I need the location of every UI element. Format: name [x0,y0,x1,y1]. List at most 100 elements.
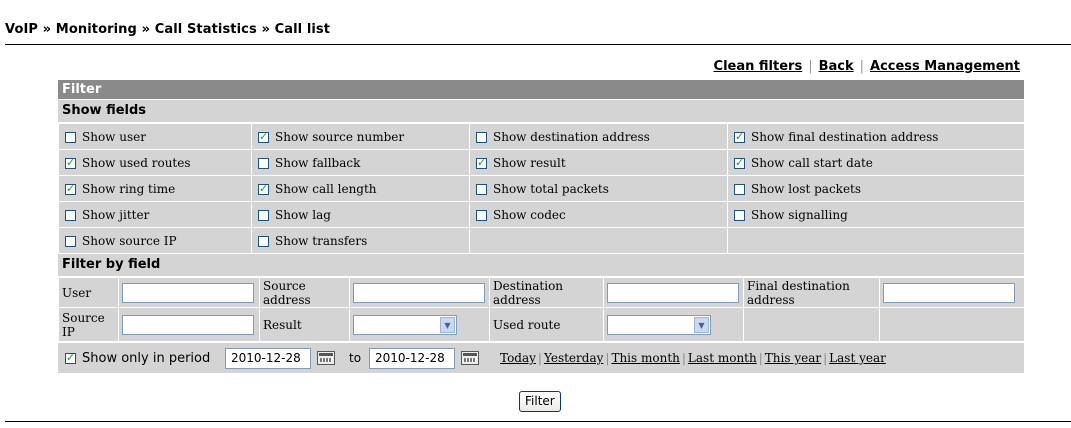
show-lost-packets-checkbox[interactable] [734,183,745,195]
show-jitter-label: Show jitter [82,207,150,222]
show-codec-option[interactable]: Show codec [469,201,728,228]
show-user-label: Show user [82,129,146,144]
final-destination-address-input[interactable] [883,282,1015,303]
show-used-routes-checkbox[interactable] [65,156,76,169]
used-route-select[interactable]: ▼ [607,314,711,335]
clean-filters-link[interactable]: Clean filters [714,59,803,74]
show-source-number-option[interactable]: Show source number [251,123,470,150]
show-jitter-checkbox[interactable] [65,209,76,221]
show-call-start-date-checkbox[interactable] [734,156,745,169]
show-source-ip-option[interactable]: Show source IP [58,227,252,254]
show-lag-label: Show lag [275,207,331,222]
show-destination-address-checkbox[interactable] [476,131,487,143]
show-final-destination-address-option[interactable]: Show final destination address [727,123,1025,150]
show-signalling-option[interactable]: Show signalling [727,201,1025,228]
filter-by-field-title: Filter by field [58,254,1024,277]
this-month-link[interactable]: This month [611,351,679,365]
show-call-start-date-option[interactable]: Show call start date [727,149,1025,176]
today-link[interactable]: Today [500,351,536,365]
show-transfers-option[interactable]: Show transfers [251,227,470,254]
this-year-link[interactable]: This year [765,351,821,365]
show-user-option[interactable]: Show user [58,123,252,150]
period-to-input[interactable]: 2010-12-28 [369,348,455,369]
show-transfers-checkbox[interactable] [258,235,269,247]
link-separator: | [605,351,610,365]
user-label: User [58,277,119,308]
show-ring-time-option[interactable]: Show ring time [58,175,252,202]
source-address-label: Source address [259,277,350,308]
empty-cell [727,227,1025,254]
calendar-icon[interactable] [317,351,335,365]
show-jitter-option[interactable]: Show jitter [58,201,252,228]
result-label: Result [259,307,350,342]
show-lost-packets-label: Show lost packets [751,181,862,196]
show-only-in-period-checkbox[interactable] [65,351,76,364]
show-call-length-option[interactable]: Show call length [251,175,470,202]
show-fields-row: Show ring time Show call length Show total… [58,175,1025,202]
show-fields-title: Show fields [58,100,1024,123]
chevron-down-icon[interactable]: ▼ [694,316,709,333]
show-fallback-option[interactable]: Show fallback [251,149,470,176]
show-fields-row: Show source IP Show transfers [58,227,1025,254]
show-final-destination-address-checkbox[interactable] [734,130,745,143]
back-link[interactable]: Back [819,59,854,74]
link-separator: | [808,59,813,74]
show-fields-row: Show jitter Show lag Show codec Show signal… [58,201,1025,228]
show-used-routes-label: Show used routes [82,155,191,170]
period-row: Show only in period 2010-12-28 to 2010-1… [58,342,1024,373]
show-destination-address-label: Show destination address [493,129,650,144]
show-call-length-label: Show call length [275,181,377,196]
chevron-down-icon[interactable]: ▼ [440,316,455,333]
link-separator: | [758,351,763,365]
show-lag-option[interactable]: Show lag [251,201,470,228]
show-only-in-period[interactable]: Show only in period [65,351,210,366]
filter-button[interactable]: Filter [519,391,561,412]
show-ring-time-checkbox[interactable] [65,182,76,195]
user-input[interactable] [122,282,254,303]
show-source-ip-checkbox[interactable] [65,235,76,247]
show-user-checkbox[interactable] [65,131,76,143]
last-year-link[interactable]: Last year [829,351,886,365]
show-source-number-checkbox[interactable] [258,130,269,143]
show-result-label: Show result [493,155,566,170]
show-codec-checkbox[interactable] [476,209,487,221]
show-lag-checkbox[interactable] [258,209,269,221]
show-destination-address-option[interactable]: Show destination address [469,123,728,150]
top-divider [5,44,1071,45]
breadcrumb: VoIP » Monitoring » Call Statistics » Ca… [5,22,331,37]
calendar-icon[interactable] [461,351,479,365]
destination-address-input[interactable] [607,282,739,303]
show-only-in-period-label: Show only in period [82,351,211,366]
show-fallback-checkbox[interactable] [258,157,269,169]
show-result-checkbox[interactable] [476,156,487,169]
final-destination-address-label: Final destination address [743,277,880,308]
show-fields-row: Show user Show source number Show destinat… [58,123,1025,150]
yesterday-link[interactable]: Yesterday [544,351,603,365]
show-total-packets-checkbox[interactable] [476,183,487,195]
show-fallback-label: Show fallback [275,155,361,170]
link-separator: | [537,351,542,365]
show-signalling-checkbox[interactable] [734,209,745,221]
link-separator: | [681,351,686,365]
show-total-packets-option[interactable]: Show total packets [469,175,728,202]
bottom-divider [5,421,1071,422]
last-month-link[interactable]: Last month [688,351,757,365]
show-result-option[interactable]: Show result [469,149,728,176]
show-fields-table: Show user Show source number Show destinat… [58,123,1025,254]
filter-header: Filter [58,80,1024,100]
show-transfers-label: Show transfers [275,233,368,248]
access-management-link[interactable]: Access Management [870,59,1020,74]
show-lost-packets-option[interactable]: Show lost packets [727,175,1025,202]
source-address-input[interactable] [353,282,485,303]
empty-cell [469,227,728,254]
result-select[interactable]: ▼ [353,314,457,335]
source-ip-input[interactable] [122,314,254,335]
period-quick-links: Today | Yesterday | This month | Last month | Th… [500,351,886,365]
period-from-input[interactable]: 2010-12-28 [225,348,311,369]
show-fields-row: Show used routes Show fallback Show result… [58,149,1025,176]
show-call-start-date-label: Show call start date [751,155,873,170]
period-to-label: to [349,351,362,365]
show-used-routes-option[interactable]: Show used routes [58,149,252,176]
show-codec-label: Show codec [493,207,566,222]
show-call-length-checkbox[interactable] [258,182,269,195]
